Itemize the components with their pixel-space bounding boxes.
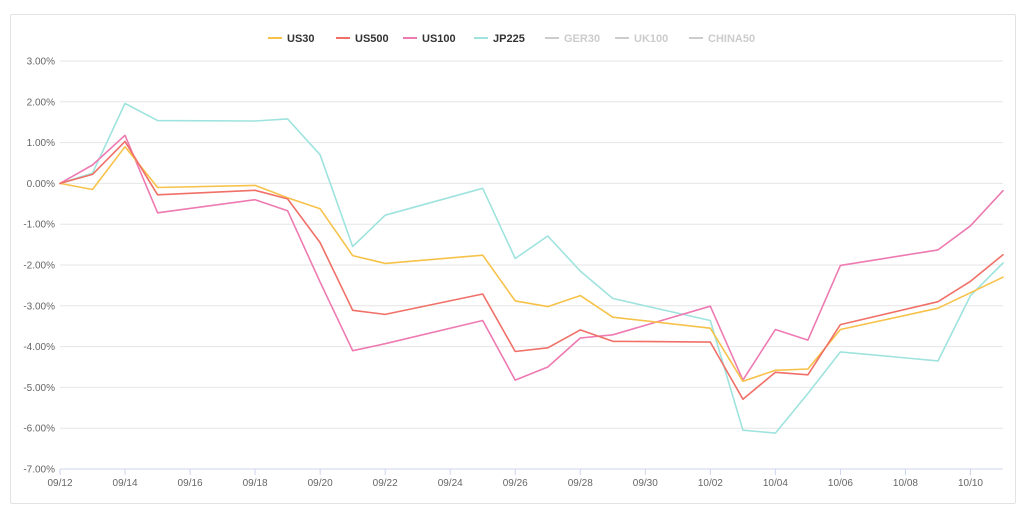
series-line-jp225: [59, 102, 1004, 434]
y-tick-label: -6.00%: [23, 424, 55, 435]
x-tick-label: 09/20: [308, 478, 333, 489]
x-tick-label: 10/06: [828, 478, 853, 489]
x-tick-label: 10/08: [893, 478, 918, 489]
x-tick-label: 09/30: [633, 478, 658, 489]
x-axis: 09/12 09/14 09/16 09/18 09/20 09/22 09/24 09/26…: [47, 468, 1003, 489]
y-tick-label: 2.00%: [27, 97, 55, 108]
y-tick-label: 1.00%: [27, 138, 55, 149]
legend-label: US100: [422, 33, 456, 45]
y-tick-label: 0.00%: [27, 179, 55, 190]
legend[interactable]: US30 US500 US100 JP225 GER30 UK100 CHINA50: [268, 33, 755, 45]
y-tick-label: -4.00%: [23, 342, 55, 353]
y-tick-label: -5.00%: [23, 383, 55, 394]
x-tick-label: 09/26: [503, 478, 528, 489]
legend-item-china50[interactable]: CHINA50: [689, 33, 755, 45]
legend-item-us30[interactable]: US30: [268, 33, 315, 45]
series-line-us100: [59, 134, 1004, 381]
legend-label: GER30: [564, 33, 600, 45]
legend-label: CHINA50: [708, 33, 755, 45]
y-tick-label: -3.00%: [23, 301, 55, 312]
legend-label: US500: [355, 33, 389, 45]
x-tick-label: 09/22: [373, 478, 398, 489]
x-tick-label: 09/24: [438, 478, 463, 489]
x-tick-label: 10/02: [698, 478, 723, 489]
series-lines: [59, 102, 1004, 434]
x-tick-label: 10/04: [763, 478, 788, 489]
series-line-us500: [59, 140, 1004, 401]
legend-item-us500[interactable]: US500: [336, 33, 389, 45]
legend-item-jp225[interactable]: JP225: [474, 33, 525, 45]
legend-label: UK100: [634, 33, 668, 45]
legend-label: US30: [287, 33, 315, 45]
y-tick-label: -7.00%: [23, 465, 55, 476]
x-tick-label: 10/10: [958, 478, 983, 489]
grid-lines: [60, 60, 1003, 470]
line-chart: 3.00% 2.00% 1.00% 0.00% -1.00% -2.00% -3.00% -4…: [23, 33, 1004, 489]
legend-label: JP225: [493, 33, 525, 45]
x-tick-label: 09/18: [243, 478, 268, 489]
legend-item-us100[interactable]: US100: [403, 33, 456, 45]
y-tick-label: -2.00%: [23, 261, 55, 272]
x-tick-label: 09/14: [113, 478, 138, 489]
x-tick-label: 09/16: [178, 478, 203, 489]
x-tick-label: 09/28: [568, 478, 593, 489]
y-tick-label: 3.00%: [27, 57, 55, 68]
y-axis: 3.00% 2.00% 1.00% 0.00% -1.00% -2.00% -3.00% -4…: [23, 57, 55, 476]
x-tick-label: 09/12: [47, 478, 72, 489]
y-tick-label: -1.00%: [23, 220, 55, 231]
legend-item-uk100[interactable]: UK100: [615, 33, 668, 45]
legend-item-ger30[interactable]: GER30: [545, 33, 600, 45]
